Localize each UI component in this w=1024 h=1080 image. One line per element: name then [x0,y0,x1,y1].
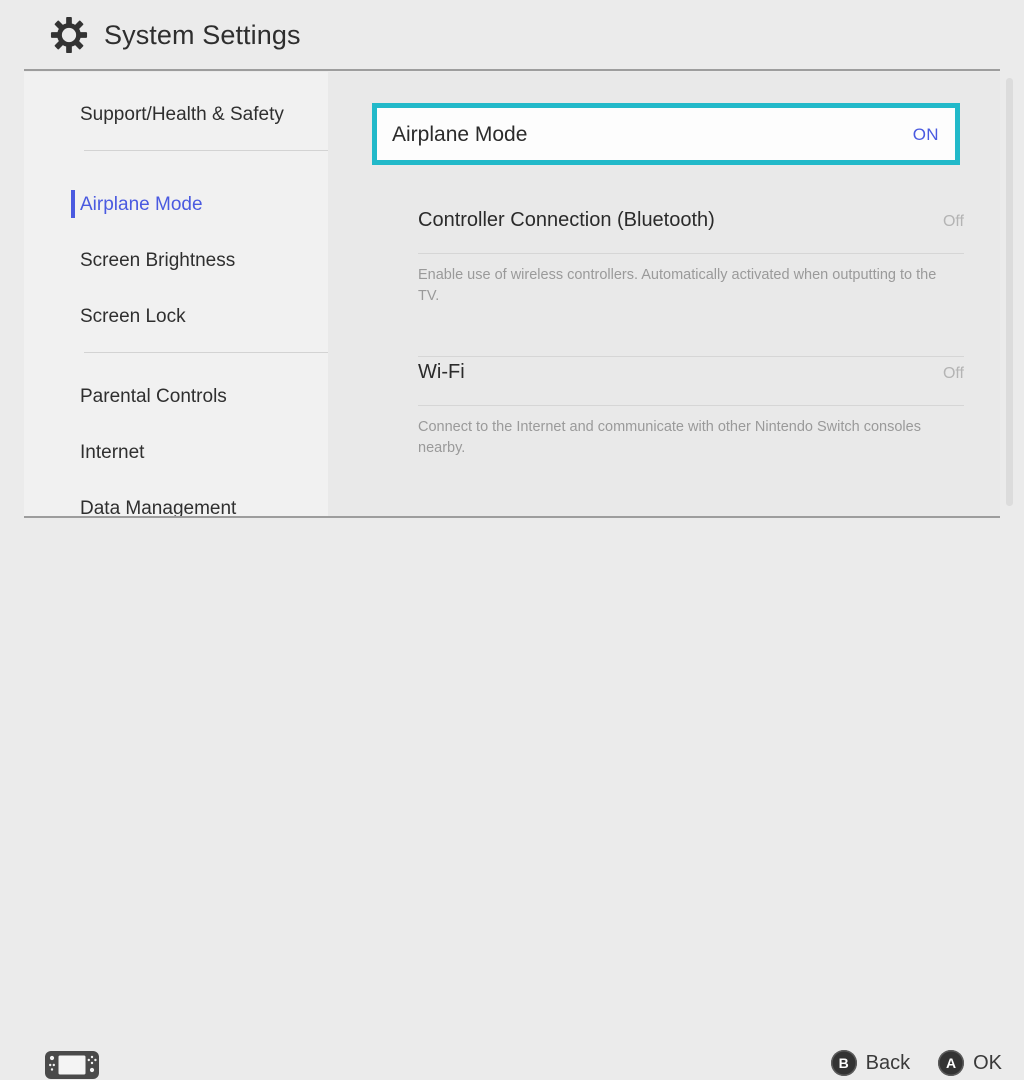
setting-row-controller-connection-bluetooth[interactable]: Controller Connection (Bluetooth) Off Enab… [418,210,964,307]
setting-row-title: Wi-Fi [418,361,465,383]
sidebar-item-airplane-mode[interactable]: Airplane Mode [24,184,328,224]
sidebar-item-label: Screen Brightness [80,249,236,271]
header-divider [24,69,1000,71]
settings-main-panel: Airplane Mode ON Controller Connection (… [328,72,1000,516]
sidebar-item-label: Airplane Mode [80,193,203,215]
main-scrollbar-track[interactable] [1006,78,1013,506]
setting-row-value: Off [942,213,964,230]
hint-ok[interactable]: A OK [938,1050,1002,1076]
sidebar-item-label: Support/Health & Safety [80,103,284,125]
sidebar-selection-indicator [71,190,75,218]
hint-label: Back [865,1052,911,1074]
sidebar-item-label: Parental Controls [80,385,227,407]
sidebar-item-support-health-safety[interactable]: Support/Health & Safety [24,94,328,134]
hint-back[interactable]: B Back [830,1050,911,1076]
sidebar-separator [84,150,328,151]
setting-row-airplane-mode[interactable]: Airplane Mode ON [372,103,960,165]
setting-row-underline [418,405,964,406]
hint-label: OK [973,1052,1002,1074]
setting-row-description: Enable use of wireless controllers. Auto… [418,267,937,304]
setting-row-description: Connect to the Internet and communicate … [418,419,921,456]
sidebar-item-screen-brightness[interactable]: Screen Brightness [24,240,328,280]
sidebar-item-data-management[interactable]: Data Management [24,488,328,517]
button-b-icon: B [830,1050,857,1076]
sidebar-item-parental-controls[interactable]: Parental Controls [24,376,328,416]
button-a-icon: A [938,1050,965,1076]
button-hints: B Back A OK [830,1050,1002,1076]
sidebar-item-screen-lock[interactable]: Screen Lock [24,296,328,336]
sidebar-item-label: Internet [80,441,145,463]
header-title-group: System Settings [50,16,301,54]
setting-block-divider [418,356,964,357]
setting-row-value: ON [912,124,939,144]
settings-sidebar[interactable]: Support/Health & Safety Airplane Mode Scre… [24,72,328,516]
setting-row-label: Airplane Mode [392,122,528,146]
setting-row-header: Controller Connection (Bluetooth) Off [418,210,964,246]
setting-row-header: Wi-Fi Off [418,362,964,398]
sidebar-separator [84,352,328,353]
gear-icon [50,16,88,54]
bottom-action-bar: B Back A OK [0,518,1024,1079]
main-scrollbar-thumb[interactable] [1006,78,1013,506]
app-header: System Settings [0,0,1024,71]
page-title: System Settings [104,19,301,50]
nintendo-switch-console-icon [45,1051,99,1079]
setting-row-value: Off [942,365,964,382]
sidebar-item-internet[interactable]: Internet [24,432,328,472]
setting-row-title: Controller Connection (Bluetooth) [418,209,715,231]
sidebar-item-label: Screen Lock [80,305,186,327]
setting-row-underline [418,253,964,254]
sidebar-item-label: Data Management [80,497,237,517]
setting-row-wi-fi[interactable]: Wi-Fi Off Connect to the Internet and comm… [418,362,964,459]
